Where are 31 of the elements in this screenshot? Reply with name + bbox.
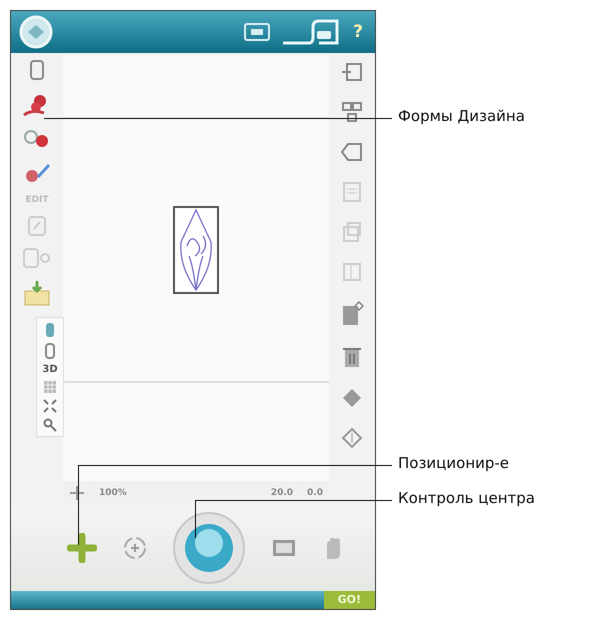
zoom-icon[interactable] (43, 418, 57, 432)
diamond-outline-icon[interactable] (341, 427, 363, 449)
trash-icon[interactable] (341, 345, 363, 369)
embroidery-design-drawing[interactable] (173, 206, 219, 294)
grid-icon[interactable] (43, 380, 57, 394)
rotate-icon[interactable] (122, 535, 148, 561)
group-icon[interactable] (341, 101, 363, 123)
rectangle-icon[interactable] (28, 59, 46, 81)
folder-arrow-icon[interactable] (23, 279, 51, 307)
move-cross-icon[interactable] (67, 533, 97, 563)
callout-label: Позиционир-е (398, 454, 510, 472)
width-readout: 0.0 (307, 488, 323, 498)
cylinder-icon[interactable] (44, 322, 56, 338)
diamond-icon[interactable] (341, 387, 363, 409)
callout-label: Формы Дизайна (398, 107, 525, 125)
expand-icon[interactable] (43, 399, 57, 413)
insert-icon[interactable] (341, 61, 363, 83)
rectangle-icon[interactable] (44, 343, 56, 359)
callout-label: Контроль центра (398, 489, 535, 507)
page-dot-icon[interactable] (22, 247, 52, 269)
3d-label[interactable]: 3D (42, 364, 58, 375)
page-plus-icon[interactable] (340, 301, 364, 327)
tag-icon[interactable] (340, 141, 364, 163)
height-readout: 20.0 (270, 488, 294, 498)
screen-icon[interactable] (270, 537, 296, 559)
move-arrows-icon (69, 485, 85, 501)
logo-icon[interactable] (19, 15, 53, 49)
zoom-readout: 100% (99, 488, 127, 498)
help-button[interactable]: ? (349, 22, 367, 42)
go-button[interactable]: GO! (324, 591, 375, 609)
center-wheel-control[interactable] (172, 511, 246, 585)
